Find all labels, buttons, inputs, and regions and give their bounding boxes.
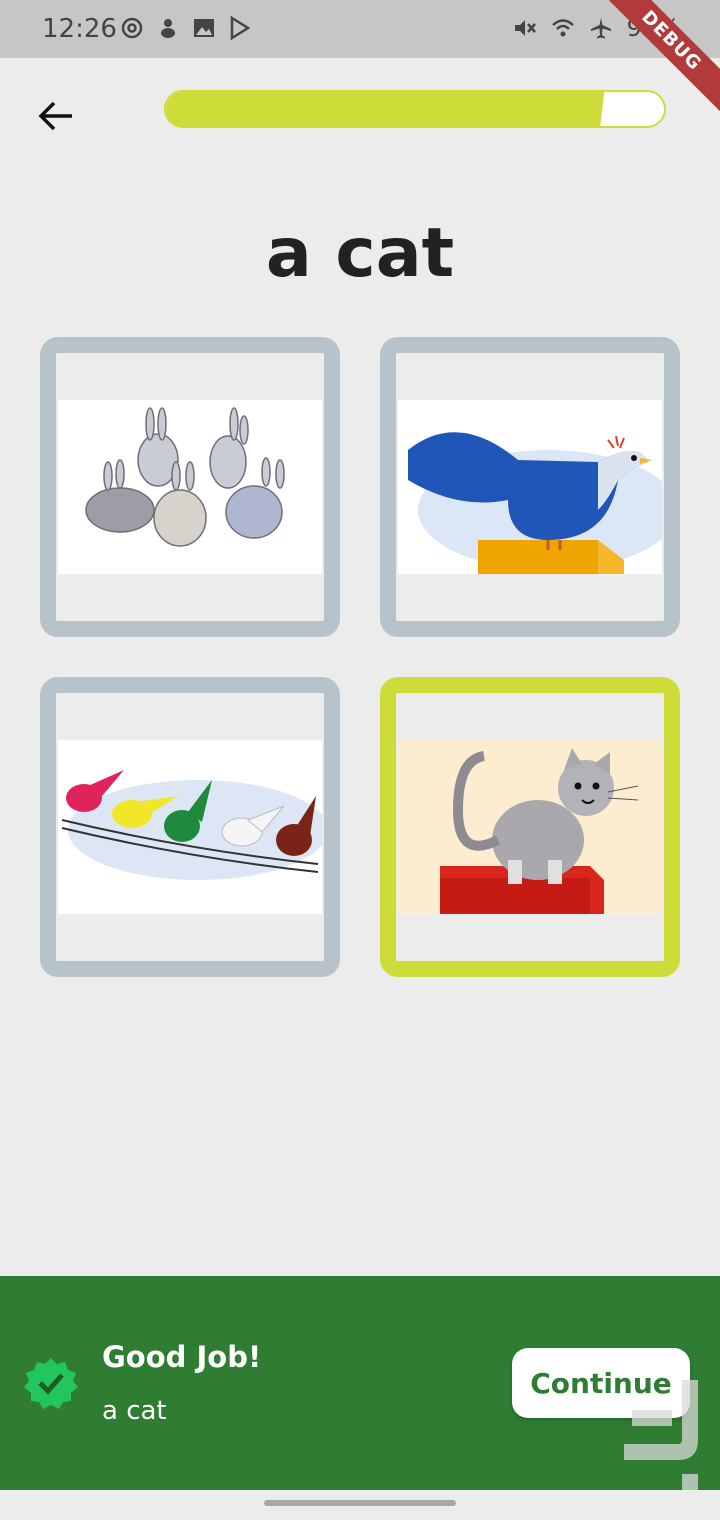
option-card-birds-on-wire[interactable] [40,677,340,977]
birds-on-wire-image [58,740,322,914]
back-button[interactable] [36,96,76,136]
option-card-cat[interactable] [380,677,680,977]
home-indicator[interactable] [264,1500,456,1506]
check-badge-icon [24,1358,78,1409]
notification-icon [161,19,175,38]
image-icon [194,19,214,37]
progress-fill [166,92,604,126]
prompt-word: a cat [265,214,455,293]
at-sign-icon [121,17,143,39]
watermark-logo [624,1380,698,1508]
feedback-answer: a cat [102,1396,167,1426]
feedback-title: Good Job! [102,1340,262,1374]
mute-icon [514,20,536,36]
lesson-progress-bar [164,90,666,128]
cat-image [398,740,662,914]
option-card-rabbits[interactable] [40,337,340,637]
status-bar: 12:26 98% DEBUG [0,0,720,119]
status-time: 12:26 [42,14,117,44]
rabbits-image [58,400,322,574]
wifi-icon [551,19,574,37]
play-store-icon [230,16,251,40]
system-nav-bar [0,1490,720,1520]
blue-bird-image [398,400,662,574]
airplane-icon [590,18,611,39]
option-card-blue-bird[interactable] [380,337,680,637]
arrow-left-icon [38,101,72,131]
